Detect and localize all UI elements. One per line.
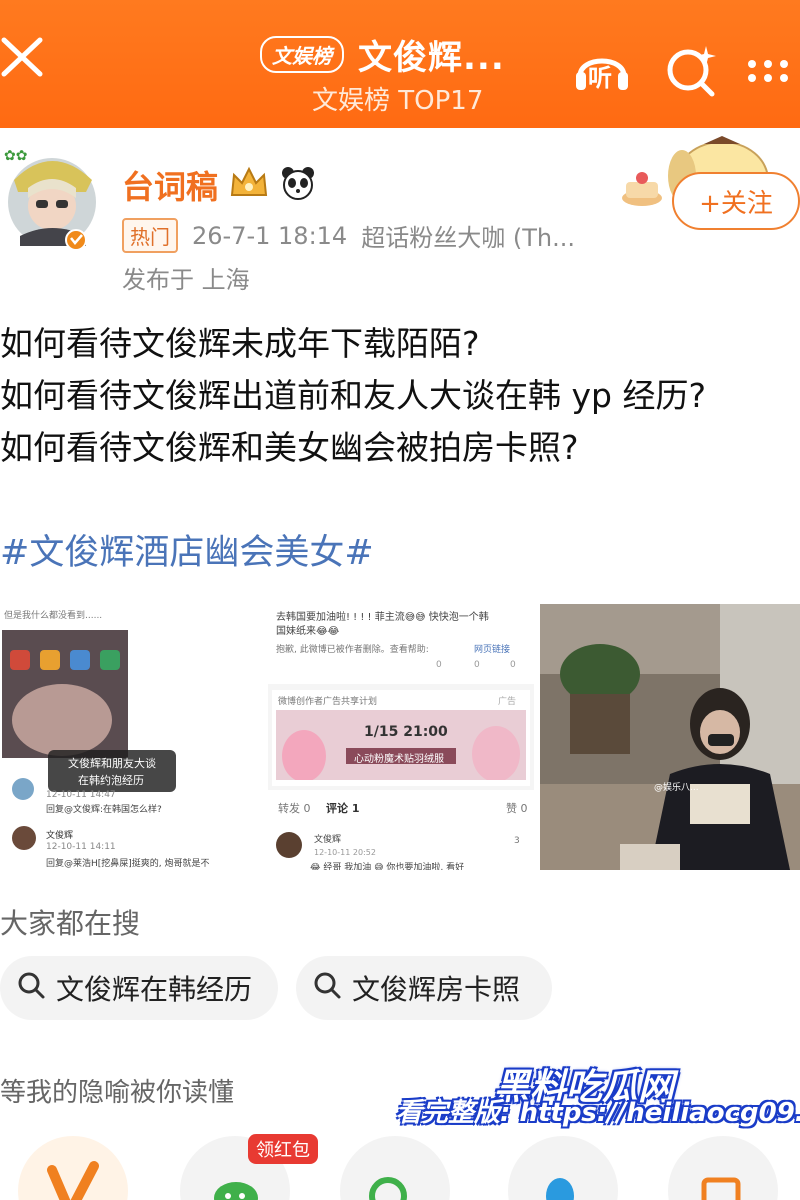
- page-title: 文俊辉...: [358, 38, 505, 78]
- moments-icon[interactable]: [340, 1136, 450, 1200]
- commenter-name: 文俊辉: [314, 835, 342, 845]
- site-watermark-url: 看完整版: https://heiliaocg09.com: [396, 1098, 800, 1128]
- deleted-post-card: 去韩国要加油啦! ! ! ! 菲主流😅😅 快快泡一个韩 国妹纸来😂😂 抱歉, 此…: [268, 604, 534, 684]
- section-label: 等我的隐喻被你读懂: [0, 1078, 235, 1108]
- ranking-tag: 文娱榜: [260, 36, 344, 73]
- stat-like: 0: [510, 660, 516, 670]
- listen-label: 听: [588, 64, 612, 92]
- comment-section: 转发 0 评论 1 赞 0 文俊辉 12-10-11 20:52 3 😂 经哥 …: [268, 790, 534, 870]
- red-packet-badge[interactable]: 领红包: [248, 1134, 318, 1164]
- avatar[interactable]: ✿✿: [0, 140, 112, 252]
- search-suggestion-label: 文俊辉房卡照: [352, 973, 521, 1006]
- author-row: 台词稿: [122, 162, 316, 208]
- hot-badge: 热门: [122, 218, 178, 253]
- page-subtitle[interactable]: 文娱榜 TOP17: [312, 80, 483, 117]
- post-text: 如何看待文俊辉未成年下载陌陌? 如何看待文俊辉出道前和友人大谈在韩 yp 经历?…: [0, 318, 706, 474]
- post-line: 如何看待文俊辉和美女幽会被拍房卡照?: [0, 428, 579, 467]
- post-time: 26-7-1 18:14: [192, 221, 348, 250]
- comment-time: 12-10-11 20:52: [314, 848, 376, 857]
- caption-box: 文俊辉和朋友大谈 在韩约泡经历: [48, 750, 176, 792]
- post-location: 发布于 上海: [122, 266, 250, 294]
- stat-repost: 0: [436, 660, 442, 670]
- top-bar: 文娱榜 文俊辉... 文娱榜 TOP17 听: [0, 0, 800, 128]
- comment-likes: 3: [514, 836, 520, 846]
- more-icon[interactable]: [744, 40, 800, 100]
- weibo-post-screen: 文娱榜 文俊辉... 文娱榜 TOP17 听 ✿✿ 台词稿 热门 26-7-1 …: [0, 0, 800, 1200]
- trending-search-label: 大家都在搜: [0, 907, 141, 940]
- post-image-3[interactable]: @娱乐八...: [540, 604, 800, 870]
- commenter-avatar: [276, 832, 302, 858]
- v-plus-icon[interactable]: [18, 1136, 128, 1200]
- author-name[interactable]: 台词稿: [122, 162, 218, 208]
- like-tab: 赞 0: [506, 802, 528, 815]
- ad-date: 1/15 21:00: [364, 724, 448, 740]
- thumb2-text-1: 去韩国要加油啦! ! ! ! 菲主流😅😅 快快泡一个韩: [276, 612, 489, 623]
- post-source: 超话粉丝大咖 (Th...: [361, 224, 575, 252]
- post-image-2[interactable]: 去韩国要加油啦! ! ! ! 菲主流😅😅 快快泡一个韩 国妹纸来😂😂 抱歉, 此…: [268, 604, 534, 870]
- thumb2-text-2: 国妹纸来😂😂: [276, 626, 340, 637]
- ad-title: 心动粉魔术贴羽绒服: [354, 754, 444, 765]
- web-link: 网页链接: [474, 645, 511, 655]
- ad-card: 微博创作者广告共享计划 广告 1/15 21:00 心动粉魔术贴羽绒服: [272, 690, 530, 786]
- follow-button[interactable]: +关注: [672, 172, 800, 230]
- post-line: 如何看待文俊辉未成年下载陌陌?: [0, 324, 480, 363]
- comment-time: 12-10-11 14:11: [46, 842, 116, 852]
- ad-tag: 广告: [498, 697, 517, 707]
- search-suggestion[interactable]: 文俊辉在韩经历: [0, 956, 278, 1020]
- search-icon: [312, 970, 342, 1007]
- comment-text: 😂 经哥 我加油 😅 你也要加油啦, 看好: [310, 863, 465, 870]
- caption-line-1: 文俊辉和朋友大谈: [68, 757, 156, 770]
- commenter-name: 文俊辉: [46, 831, 74, 841]
- post-line: 如何看待文俊辉出道前和友人大谈在韩 yp 经历?: [0, 376, 706, 415]
- qq-icon[interactable]: [508, 1136, 618, 1200]
- deleted-notice: 抱歉, 此微博已被作者删除。查看帮助:: [276, 645, 429, 655]
- panda-icon: [280, 165, 316, 205]
- commenter-avatar: [12, 778, 34, 800]
- comment-time: 12-10-11 14:47: [46, 790, 116, 800]
- title-row: 文娱榜 文俊辉...: [260, 30, 505, 79]
- ad-banner-image: 1/15 21:00 心动粉魔术贴羽绒服: [276, 710, 526, 782]
- hashtag-link[interactable]: #文俊辉酒店幽会美女#: [0, 524, 374, 575]
- comment-tab: 评论 1: [326, 802, 360, 815]
- comment-reply: 回复@文俊辉:在韩国怎么样?: [46, 805, 162, 815]
- caption-line-2: 在韩约泡经历: [78, 774, 144, 787]
- thumb1-top-text: 但是我什么都没看到......: [4, 611, 103, 621]
- repost-tab: 转发 0: [278, 802, 311, 815]
- image-save-icon[interactable]: [668, 1136, 778, 1200]
- post-meta: 热门 26-7-1 18:14 超话粉丝大咖 (Th...: [122, 218, 575, 253]
- search-suggestion-label: 文俊辉在韩经历: [56, 973, 253, 1006]
- post-image-1[interactable]: 但是我什么都没看到...... 文俊辉和朋友大谈 在韩约泡经历 12-10-11…: [0, 604, 260, 870]
- crown-icon: [228, 165, 270, 205]
- listen-button[interactable]: 听: [572, 40, 632, 100]
- search-suggestion[interactable]: 文俊辉房卡照: [296, 956, 552, 1020]
- ad-label: 微博创作者广告共享计划: [278, 697, 378, 707]
- phone-screenshot-image: [2, 630, 128, 758]
- commenter-avatar: [12, 826, 36, 850]
- svg-text:✿✿: ✿✿: [4, 148, 27, 164]
- close-icon[interactable]: [0, 30, 48, 78]
- search-icon: [16, 970, 46, 1007]
- stat-comment: 0: [474, 660, 480, 670]
- comment-reply: 回复@莱浩H[挖鼻屎]挺爽的, 炮哥就是不: [46, 859, 210, 869]
- image-watermark: @娱乐八...: [654, 783, 699, 793]
- search-icon[interactable]: [662, 40, 722, 100]
